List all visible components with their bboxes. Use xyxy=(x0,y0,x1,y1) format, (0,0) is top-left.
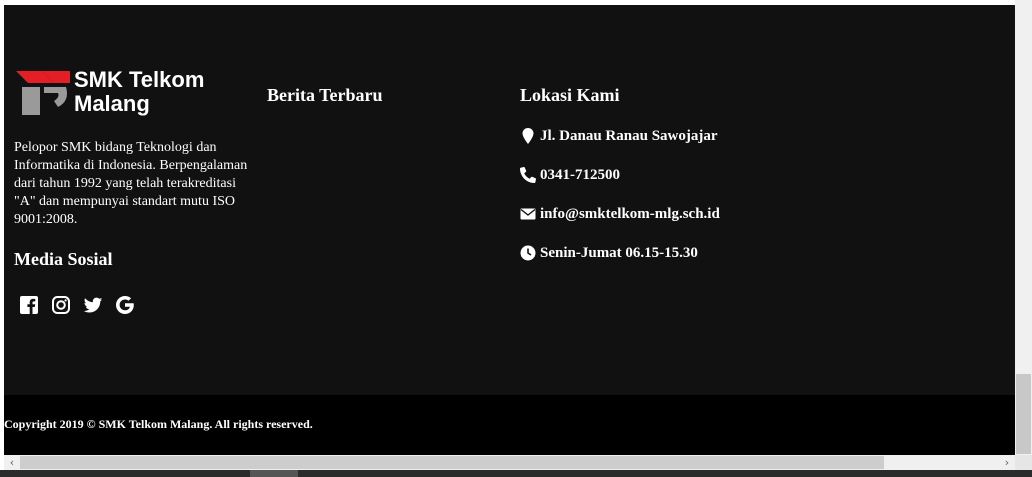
google-icon[interactable] xyxy=(114,294,136,316)
copyright-text: Copyright 2019 © SMK Telkom Malang. All … xyxy=(4,417,313,431)
scrollbar-corner xyxy=(1015,455,1032,470)
horizontal-scrollbar-thumb[interactable] xyxy=(20,456,884,469)
vertical-scrollbar[interactable] xyxy=(1015,0,1032,470)
phone-icon xyxy=(520,167,536,183)
hours-text: Senin-Jumat 06.15-15.30 xyxy=(540,244,698,261)
location-heading: Lokasi Kami xyxy=(520,85,620,105)
logo-line-1: SMK Telkom xyxy=(74,67,205,92)
contact-list: Jl. Danau Ranau Sawojajar 0341-712500 in… xyxy=(520,126,720,263)
contact-hours: Senin-Jumat 06.15-15.30 xyxy=(520,243,720,263)
clock-icon xyxy=(520,245,536,261)
copyright-bar: Copyright 2019 © SMK Telkom Malang. All … xyxy=(4,395,1015,455)
facebook-icon[interactable] xyxy=(18,294,40,316)
contact-email: info@smktelkom-mlg.sch.id xyxy=(520,204,720,224)
contact-phone: 0341-712500 xyxy=(520,165,720,185)
twitter-icon[interactable] xyxy=(82,294,104,316)
logo-wordmark: SMK Telkom Malang xyxy=(74,68,204,116)
scroll-right-icon[interactable]: › xyxy=(999,455,1015,470)
scroll-left-icon[interactable]: ‹ xyxy=(4,455,20,470)
location-column: Lokasi Kami Jl. Danau Ranau Sawojajar 03… xyxy=(520,85,720,282)
envelope-icon xyxy=(520,206,536,222)
phone-text: 0341-712500 xyxy=(540,166,620,183)
news-column: Berita Terbaru xyxy=(267,85,383,106)
address-text: Jl. Danau Ranau Sawojajar xyxy=(540,127,718,144)
taskbar xyxy=(0,470,1032,477)
social-media-heading: Media Sosial xyxy=(14,249,113,269)
map-marker-icon xyxy=(520,128,536,144)
horizontal-scrollbar[interactable]: ‹ › xyxy=(4,455,1015,470)
vertical-scrollbar-thumb[interactable] xyxy=(1016,374,1031,454)
logo-line-2: Malang xyxy=(74,91,150,116)
about-column: SMK Telkom Malang Pelopor SMK bidang Tek… xyxy=(14,65,254,316)
instagram-icon[interactable] xyxy=(50,294,72,316)
contact-address: Jl. Danau Ranau Sawojajar xyxy=(520,126,720,146)
latest-news-heading: Berita Terbaru xyxy=(267,85,383,105)
school-logo[interactable]: SMK Telkom Malang xyxy=(14,65,254,119)
taskbar-item[interactable] xyxy=(250,470,298,477)
site-footer: SMK Telkom Malang Pelopor SMK bidang Tek… xyxy=(4,5,1015,395)
social-links xyxy=(14,294,254,316)
telkom-logo-mark-icon xyxy=(16,71,70,115)
email-text[interactable]: info@smktelkom-mlg.sch.id xyxy=(540,206,720,223)
school-description: Pelopor SMK bidang Teknologi dan Informa… xyxy=(14,140,248,227)
